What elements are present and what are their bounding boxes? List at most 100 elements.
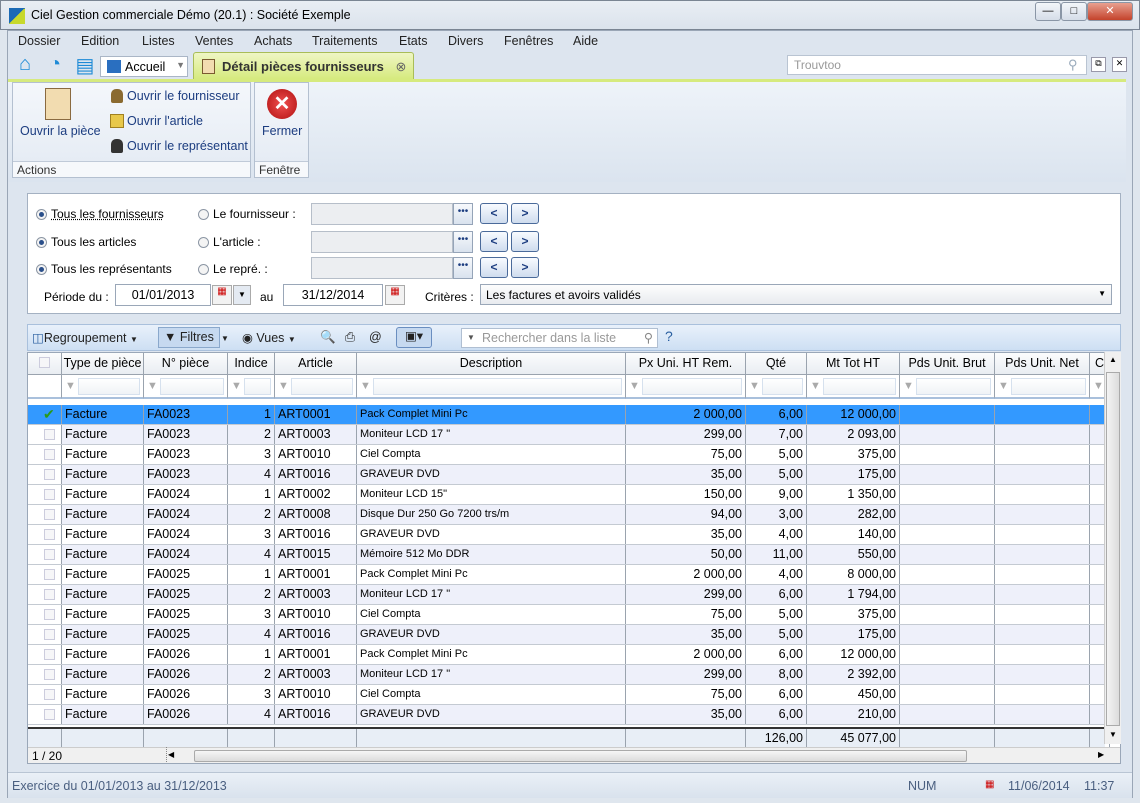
- menu-ventes[interactable]: Ventes: [195, 34, 233, 48]
- criteria-select[interactable]: Les factures et avoirs validés ▼: [480, 284, 1112, 305]
- radio-all-reps[interactable]: Tous les représentants: [36, 262, 172, 276]
- rep-next-button[interactable]: >: [511, 257, 539, 278]
- filter-icon[interactable]: ▼: [147, 380, 158, 392]
- table-row[interactable]: Facture FA0026 2 ART0003 Moniteur LCD 17 " 29…: [28, 665, 1110, 685]
- supplier-field[interactable]: [311, 203, 453, 225]
- table-row[interactable]: Facture FA0023 2 ART0003 Moniteur LCD 17 " 29…: [28, 425, 1110, 445]
- date-from-input[interactable]: 01/01/2013: [115, 284, 211, 306]
- rep-prev-button[interactable]: <: [480, 257, 508, 278]
- supplier-prev-button[interactable]: <: [480, 203, 508, 224]
- scroll-right-arrow[interactable]: ▶: [1098, 750, 1104, 759]
- close-doc-icon[interactable]: ✕: [1112, 57, 1127, 72]
- home-icon[interactable]: ⌂: [13, 53, 37, 77]
- row-checkbox[interactable]: [28, 645, 62, 664]
- filter-icon[interactable]: ▼: [810, 380, 821, 392]
- row-checkbox[interactable]: [28, 585, 62, 604]
- column-header[interactable]: Qté: [746, 353, 807, 375]
- filter-icon[interactable]: ▼: [629, 380, 640, 392]
- scroll-up-arrow[interactable]: ▲: [1109, 355, 1117, 364]
- rep-field[interactable]: [311, 257, 453, 279]
- tab-detail-pieces-fournisseurs[interactable]: Détail pièces fournisseurs ⊗: [193, 52, 414, 79]
- grouping-button[interactable]: ◫Regroupement ▼: [32, 330, 138, 345]
- calendar-icon[interactable]: ▦: [212, 285, 232, 305]
- open-supplier-button[interactable]: Ouvrir le fournisseur: [127, 89, 240, 103]
- row-checkbox[interactable]: [28, 425, 62, 444]
- row-checkbox[interactable]: [28, 685, 62, 704]
- date-to-input[interactable]: 31/12/2014: [283, 284, 383, 306]
- table-row[interactable]: Facture FA0026 3 ART0010 Ciel Compta 75,00 6,0…: [28, 685, 1110, 705]
- column-header[interactable]: Article: [275, 353, 357, 375]
- filter-icon[interactable]: ▼: [998, 380, 1009, 392]
- menu-divers[interactable]: Divers: [448, 34, 483, 48]
- row-checkbox[interactable]: [28, 485, 62, 504]
- filter-icon[interactable]: ▼: [360, 380, 371, 392]
- horizontal-scroll-thumb[interactable]: [194, 750, 967, 762]
- clipboard-options-button[interactable]: ▣▾: [396, 327, 432, 348]
- table-row[interactable]: Facture FA0023 4 ART0016 GRAVEUR DVD 35,00 5,0…: [28, 465, 1110, 485]
- document-icon[interactable]: ▤: [73, 53, 97, 77]
- row-checkbox[interactable]: [28, 445, 62, 464]
- views-button[interactable]: ◉ Vues ▼: [242, 330, 296, 345]
- column-filter-input[interactable]: ▼: [626, 375, 746, 399]
- row-checkbox[interactable]: [28, 605, 62, 624]
- menu-aide[interactable]: Aide: [573, 34, 598, 48]
- table-row[interactable]: Facture FA0024 4 ART0015 Mémoire 512 Mo DDR 5…: [28, 545, 1110, 565]
- column-filter-input[interactable]: ▼: [746, 375, 807, 399]
- table-row[interactable]: Facture FA0025 4 ART0016 GRAVEUR DVD 35,00 5,0…: [28, 625, 1110, 645]
- supplier-next-button[interactable]: >: [511, 203, 539, 224]
- filter-icon[interactable]: ▼: [749, 380, 760, 392]
- supplier-browse-button[interactable]: •••: [453, 203, 473, 225]
- scroll-down-arrow[interactable]: ▼: [1109, 730, 1117, 739]
- calendar-icon[interactable]: ▦: [385, 285, 405, 305]
- column-filter-input[interactable]: ▼: [144, 375, 228, 399]
- article-prev-button[interactable]: <: [480, 231, 508, 252]
- close-tab-icon[interactable]: ⊗: [395, 59, 406, 74]
- accueil-dropdown[interactable]: Accueil ▼: [100, 56, 188, 77]
- column-filter-input[interactable]: ▼: [357, 375, 626, 399]
- table-row[interactable]: Facture FA0026 1 ART0001 Pack Complet Mini P…: [28, 645, 1110, 665]
- column-filter-input[interactable]: ▼: [995, 375, 1090, 399]
- table-row[interactable]: ✔ Facture FA0023 1 ART0001 Pack Complet Mini …: [28, 405, 1110, 425]
- email-icon[interactable]: @: [369, 330, 382, 344]
- restore-icon[interactable]: ⧉: [1091, 57, 1106, 72]
- table-row[interactable]: Facture FA0024 1 ART0002 Moniteur LCD 15" 150…: [28, 485, 1110, 505]
- table-row[interactable]: Facture FA0025 3 ART0010 Ciel Compta 75,00 5,0…: [28, 605, 1110, 625]
- column-header[interactable]: Mt Tot HT: [807, 353, 900, 375]
- table-row[interactable]: Facture FA0024 3 ART0016 GRAVEUR DVD 35,00 4,0…: [28, 525, 1110, 545]
- help-button[interactable]: ?: [665, 328, 673, 344]
- column-header[interactable]: Px Uni. HT Rem.: [626, 353, 746, 375]
- vertical-scroll-thumb[interactable]: [1106, 372, 1120, 726]
- table-row[interactable]: Facture FA0023 3 ART0010 Ciel Compta 75,00 5,0…: [28, 445, 1110, 465]
- open-representative-button[interactable]: Ouvrir le représentant: [127, 139, 248, 153]
- preview-icon[interactable]: 🔍: [320, 330, 336, 345]
- scroll-left-arrow[interactable]: ◀: [168, 750, 174, 759]
- radio-all-articles[interactable]: Tous les articles: [36, 235, 136, 249]
- row-checkbox[interactable]: [28, 565, 62, 584]
- table-row[interactable]: Facture FA0025 1 ART0001 Pack Complet Mini P…: [28, 565, 1110, 585]
- horizontal-scrollbar[interactable]: 1 / 20 ◀ ▶: [28, 747, 1120, 763]
- row-checkbox[interactable]: [28, 465, 62, 484]
- column-filter-input[interactable]: ▼: [62, 375, 144, 399]
- column-filter-input[interactable]: ▼: [900, 375, 995, 399]
- filter-icon[interactable]: ▼: [1093, 380, 1104, 392]
- row-checkbox[interactable]: [28, 505, 62, 524]
- filter-icon[interactable]: ▼: [65, 380, 76, 392]
- filter-icon[interactable]: ▼: [278, 380, 289, 392]
- vertical-scrollbar[interactable]: ▲ ▼: [1104, 352, 1121, 744]
- minimize-button[interactable]: —: [1035, 2, 1061, 21]
- article-browse-button[interactable]: •••: [453, 231, 473, 253]
- menu-achats[interactable]: Achats: [254, 34, 292, 48]
- column-filter-input[interactable]: ▼: [228, 375, 275, 399]
- menu-fenetres[interactable]: Fenêtres: [504, 34, 553, 48]
- select-all-checkbox[interactable]: [28, 353, 62, 375]
- maximize-button[interactable]: □: [1061, 2, 1087, 21]
- print-icon[interactable]: ⎙: [345, 330, 355, 345]
- menu-etats[interactable]: Etats: [399, 34, 428, 48]
- column-header[interactable]: Pds Unit. Brut: [900, 353, 995, 375]
- article-next-button[interactable]: >: [511, 231, 539, 252]
- pie-chart-icon[interactable]: ◔: [43, 53, 67, 77]
- menu-edition[interactable]: Edition: [81, 34, 119, 48]
- column-filter-input[interactable]: ▼: [275, 375, 357, 399]
- column-filter-input[interactable]: ▼: [807, 375, 900, 399]
- row-checkbox[interactable]: [28, 625, 62, 644]
